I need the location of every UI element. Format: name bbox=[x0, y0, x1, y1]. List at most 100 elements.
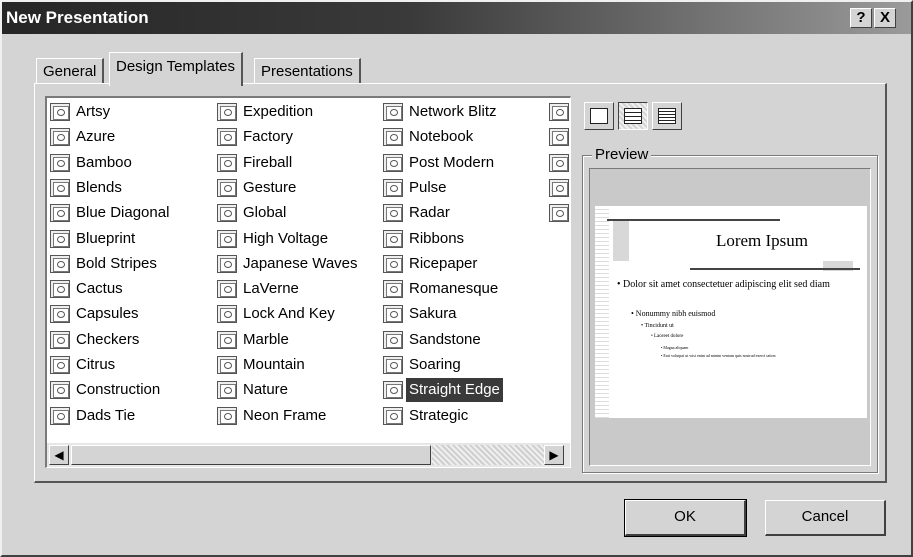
slide-title: Lorem Ipsum bbox=[715, 231, 809, 250]
template-item[interactable]: Network Blitz bbox=[383, 100, 497, 124]
template-item[interactable]: Japanese Waves bbox=[217, 252, 358, 276]
scroll-right-button[interactable]: ▶ bbox=[544, 445, 564, 465]
list-view-icon bbox=[624, 108, 642, 124]
template-file-icon bbox=[383, 330, 403, 349]
template-file-icon bbox=[383, 254, 403, 273]
template-file-icon bbox=[383, 305, 403, 324]
template-file-icon bbox=[383, 381, 403, 400]
template-file-icon bbox=[50, 254, 70, 273]
template-label: Dads Tie bbox=[76, 406, 136, 424]
template-item[interactable]: Ricepaper bbox=[383, 252, 477, 276]
template-item-partial[interactable] bbox=[549, 125, 570, 149]
preview-slide: Lorem Ipsum • Dolor sit amet consectetue… bbox=[595, 206, 867, 418]
horizontal-scrollbar[interactable]: ◀ ▶ bbox=[47, 443, 570, 467]
template-file-icon bbox=[217, 103, 237, 121]
template-label: Sakura bbox=[409, 305, 457, 323]
template-file-icon bbox=[549, 153, 569, 172]
template-item[interactable]: Neon Frame bbox=[217, 404, 326, 428]
template-item[interactable]: Blueprint bbox=[50, 227, 135, 251]
template-item[interactable]: Construction bbox=[50, 378, 160, 402]
tab-presentations[interactable]: Presentations bbox=[254, 58, 361, 84]
template-item[interactable]: Dads Tie bbox=[50, 404, 135, 428]
template-item[interactable]: Fireball bbox=[217, 151, 292, 175]
slide-title-rule bbox=[690, 268, 860, 270]
template-item[interactable]: Romanesque bbox=[383, 277, 498, 301]
template-item[interactable]: Nature bbox=[217, 378, 288, 402]
template-item[interactable]: Gesture bbox=[217, 176, 296, 200]
template-item[interactable]: Strategic bbox=[383, 404, 468, 428]
template-item-partial[interactable] bbox=[549, 201, 570, 225]
template-label: Lock And Key bbox=[243, 305, 335, 323]
template-item[interactable]: Sandstone bbox=[383, 328, 481, 352]
template-file-icon bbox=[383, 280, 403, 299]
template-item-partial[interactable] bbox=[549, 176, 570, 200]
template-item[interactable]: Artsy bbox=[50, 100, 110, 124]
template-file-icon bbox=[217, 229, 237, 248]
template-item[interactable]: Pulse bbox=[383, 176, 447, 200]
close-button[interactable]: X bbox=[874, 8, 896, 28]
template-file-icon bbox=[217, 204, 237, 223]
template-item[interactable]: Sakura bbox=[383, 302, 457, 326]
template-item[interactable]: Expedition bbox=[217, 100, 313, 124]
template-item[interactable]: Soaring bbox=[383, 353, 461, 377]
help-button[interactable]: ? bbox=[850, 8, 872, 28]
template-item[interactable]: Radar bbox=[383, 201, 450, 225]
template-file-icon bbox=[50, 204, 70, 223]
template-item[interactable]: High Voltage bbox=[217, 227, 328, 251]
ok-button[interactable]: OK bbox=[624, 499, 747, 537]
template-item[interactable]: Blends bbox=[50, 176, 122, 200]
template-item[interactable]: Bold Stripes bbox=[50, 252, 157, 276]
template-item[interactable]: Notebook bbox=[383, 125, 473, 149]
template-file-icon bbox=[217, 305, 237, 324]
template-file-icon bbox=[50, 178, 70, 197]
template-label: Blueprint bbox=[76, 229, 136, 247]
scroll-thumb[interactable] bbox=[71, 445, 431, 465]
slide-bullet: • Magna aliquam bbox=[661, 345, 689, 350]
template-item[interactable]: Mountain bbox=[217, 353, 305, 377]
large-icons-view-button[interactable] bbox=[584, 102, 614, 130]
template-file-icon bbox=[383, 229, 403, 248]
template-label: Romanesque bbox=[409, 280, 499, 298]
template-item[interactable]: Lock And Key bbox=[217, 302, 335, 326]
template-item[interactable]: Citrus bbox=[50, 353, 115, 377]
template-item[interactable]: Global bbox=[217, 201, 286, 225]
template-item-partial[interactable] bbox=[549, 100, 570, 124]
template-item-partial[interactable] bbox=[549, 151, 570, 175]
template-file-icon bbox=[217, 153, 237, 172]
template-file-icon bbox=[217, 330, 237, 349]
template-item[interactable]: Factory bbox=[217, 125, 293, 149]
template-item[interactable]: Straight Edge bbox=[383, 378, 503, 403]
template-item[interactable]: Post Modern bbox=[383, 151, 494, 175]
list-view-button[interactable] bbox=[618, 102, 648, 130]
details-view-button[interactable] bbox=[652, 102, 682, 130]
template-item[interactable]: Capsules bbox=[50, 302, 139, 326]
cancel-button[interactable]: Cancel bbox=[765, 500, 886, 536]
template-item[interactable]: Blue Diagonal bbox=[50, 201, 169, 225]
template-item[interactable]: Ribbons bbox=[383, 227, 464, 251]
template-item[interactable]: LaVerne bbox=[217, 277, 299, 301]
template-file-icon bbox=[549, 128, 569, 147]
template-file-icon bbox=[217, 254, 237, 273]
template-label: Nature bbox=[243, 381, 289, 399]
details-view-icon bbox=[658, 108, 676, 124]
preview-label: Preview bbox=[592, 146, 652, 163]
template-file-icon bbox=[549, 103, 569, 121]
template-item[interactable]: Checkers bbox=[50, 328, 139, 352]
template-item[interactable]: Bamboo bbox=[50, 151, 132, 175]
scroll-left-button[interactable]: ◀ bbox=[49, 445, 69, 465]
template-label: Gesture bbox=[243, 178, 297, 196]
template-item[interactable]: Marble bbox=[217, 328, 289, 352]
template-file-icon bbox=[50, 128, 70, 147]
tab-design-templates[interactable]: Design Templates bbox=[109, 52, 243, 86]
template-item[interactable]: Cactus bbox=[50, 277, 123, 301]
template-file-icon bbox=[549, 204, 569, 223]
tab-general[interactable]: General bbox=[36, 58, 105, 84]
scroll-track[interactable] bbox=[432, 445, 544, 465]
template-item[interactable]: Azure bbox=[50, 125, 115, 149]
template-label: Strategic bbox=[409, 406, 469, 424]
template-label: Straight Edge bbox=[406, 378, 503, 403]
template-list[interactable]: ◀ ▶ Artsy Azure Bamboo Blends Blue Diagonal B… bbox=[45, 96, 571, 468]
slide-accent-block bbox=[613, 221, 629, 261]
template-label: Neon Frame bbox=[243, 406, 327, 424]
template-label: Bold Stripes bbox=[76, 254, 157, 272]
